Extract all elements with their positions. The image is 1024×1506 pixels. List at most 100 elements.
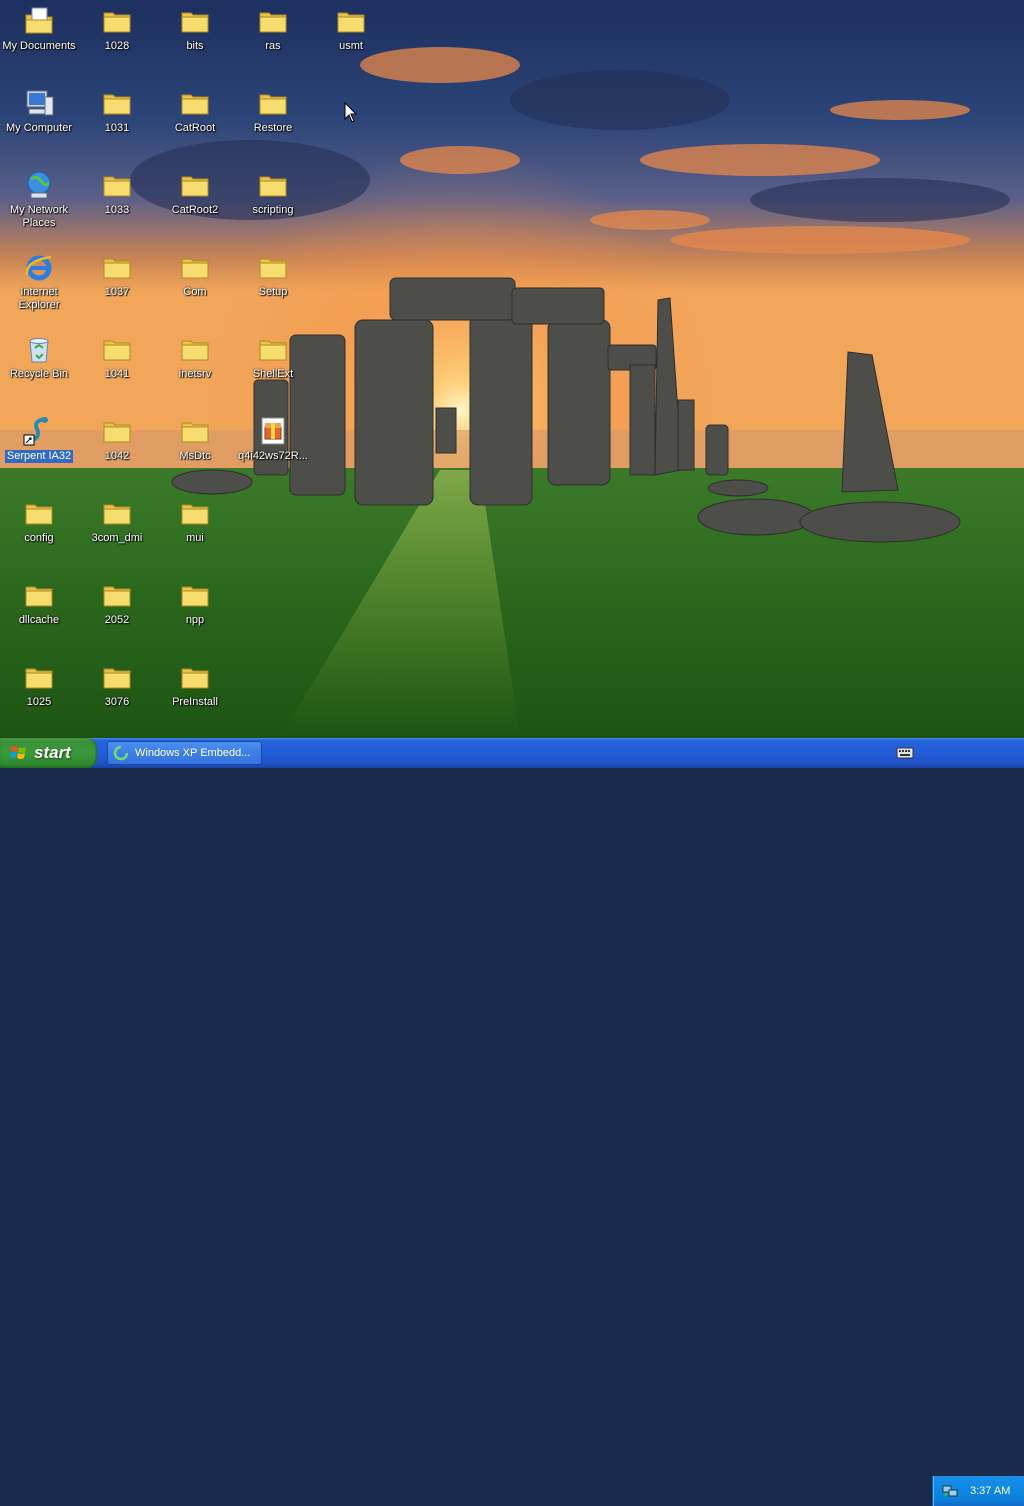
taskbar: start Windows XP Embedd... 3:37 AM <box>0 738 1024 1506</box>
desktop-icon-label: 1028 <box>104 40 130 52</box>
desktop-icon-restore[interactable]: Restore <box>234 85 312 159</box>
system-tray: 3:37 AM <box>932 1476 1024 1506</box>
folder-icon <box>23 579 55 611</box>
desktop-icon-msdtc[interactable]: MsDtc <box>156 413 234 487</box>
desktop-icon-npp[interactable]: npp <box>156 577 234 651</box>
installer-package-icon <box>257 415 289 447</box>
computer-icon <box>23 87 55 119</box>
network-connection-icon[interactable] <box>942 1483 958 1499</box>
folder-icon <box>179 251 211 283</box>
desktop-icon-1031[interactable]: 1031 <box>78 85 156 159</box>
folder-icon <box>101 333 133 365</box>
desktop-icon-3076[interactable]: 3076 <box>78 659 156 733</box>
desktop-icon-label: scripting <box>252 204 294 216</box>
desktop-icon-preinstall[interactable]: PreInstall <box>156 659 234 733</box>
desktop-icon-shellext[interactable]: ShellExt <box>234 331 312 405</box>
refresh-arrow-icon <box>113 745 129 761</box>
folder-icon <box>257 5 289 37</box>
desktop-icon-1037[interactable]: 1037 <box>78 249 156 323</box>
keyboard-icon[interactable] <box>896 746 914 760</box>
desktop-icon-com[interactable]: Com <box>156 249 234 323</box>
desktop-icon-label: 1031 <box>104 122 130 134</box>
desktop-icon-config[interactable]: config <box>0 495 78 569</box>
folder-icon <box>101 251 133 283</box>
desktop-icon-catroot[interactable]: CatRoot <box>156 85 234 159</box>
desktop-icon-label: Internet Explorer <box>18 286 60 311</box>
desktop-icon-label: 3076 <box>104 696 130 708</box>
desktop-icon-label: 1033 <box>104 204 130 216</box>
folder-icon <box>101 579 133 611</box>
desktop-icon-2052[interactable]: 2052 <box>78 577 156 651</box>
desktop-icon-label: npp <box>185 614 205 626</box>
desktop-icon-label: dllcache <box>18 614 60 626</box>
desktop-icon-label: Restore <box>253 122 293 134</box>
windows-flag-icon <box>10 746 26 759</box>
folder-icon <box>179 661 211 693</box>
desktop-icon-my-network-places[interactable]: My Network Places <box>0 167 78 241</box>
mouse-cursor-icon <box>344 102 358 123</box>
desktop-icon-1033[interactable]: 1033 <box>78 167 156 241</box>
desktop-icon-1028[interactable]: 1028 <box>78 3 156 77</box>
start-label: start <box>34 743 71 762</box>
system-clock[interactable]: 3:37 AM <box>970 1485 1010 1497</box>
desktop-icon-usmt[interactable]: usmt <box>312 3 390 77</box>
taskbar-item-label: Windows XP Embedd... <box>135 747 251 759</box>
desktop-icon-inetsrv[interactable]: inetsrv <box>156 331 234 405</box>
desktop-icon-label: My Computer <box>5 122 73 134</box>
folder-icon <box>257 87 289 119</box>
desktop-icon-label: inetsrv <box>178 368 212 380</box>
my-documents-icon <box>23 5 55 37</box>
desktop-icon-label: My Network Places <box>9 204 69 229</box>
desktop-icon-my-documents[interactable]: My Documents <box>0 3 78 77</box>
desktop-icon-label: 1041 <box>104 368 130 380</box>
start-button[interactable]: start <box>0 738 97 768</box>
folder-icon <box>257 169 289 201</box>
desktop-icon-setup[interactable]: Setup <box>234 249 312 323</box>
desktop-icon-label: CatRoot2 <box>171 204 219 216</box>
desktop-icon-bits[interactable]: bits <box>156 3 234 77</box>
desktop-icon-label: usmt <box>339 40 363 52</box>
folder-icon <box>179 169 211 201</box>
desktop-icon-label: CatRoot <box>174 122 216 134</box>
desktop-icon-scripting[interactable]: scripting <box>234 167 312 241</box>
desktop-icon-label: 1025 <box>26 696 52 708</box>
folder-icon <box>179 333 211 365</box>
desktop-icon-1041[interactable]: 1041 <box>78 331 156 405</box>
desktop-icon-label: ShellExt <box>252 368 294 380</box>
folder-icon <box>23 661 55 693</box>
desktop-icon-label: config <box>24 532 54 544</box>
folder-icon <box>179 415 211 447</box>
desktop-icon-q4i42ws72r[interactable]: q4i42ws72R... <box>234 413 312 487</box>
internet-explorer-icon <box>23 251 55 283</box>
desktop-icon-1025[interactable]: 1025 <box>0 659 78 733</box>
taskbar-item-windows-xp-embedded[interactable]: Windows XP Embedd... <box>107 741 262 765</box>
desktop-icon-serpent-ia32[interactable]: Serpent IA32 <box>0 413 78 487</box>
folder-icon <box>179 579 211 611</box>
desktop-icon-label: Serpent IA32 <box>4 450 74 463</box>
desktop-icon-label: bits <box>186 40 204 52</box>
desktop-icon-ras[interactable]: ras <box>234 3 312 77</box>
folder-icon <box>23 497 55 529</box>
desktop-icon-label: Com <box>183 286 207 298</box>
folder-icon <box>179 87 211 119</box>
desktop-icon-internet-explorer[interactable]: Internet Explorer <box>0 249 78 323</box>
desktop-icon-label: q4i42ws72R... <box>238 450 308 462</box>
folder-icon <box>179 497 211 529</box>
folder-icon <box>101 415 133 447</box>
desktop-icon-1042[interactable]: 1042 <box>78 413 156 487</box>
desktop-icon-mui[interactable]: mui <box>156 495 234 569</box>
desktop-icon-my-computer[interactable]: My Computer <box>0 85 78 159</box>
desktop-icon-label: 2052 <box>104 614 130 626</box>
desktop-icon-label: MsDtc <box>179 450 211 462</box>
desktop-icon-catroot2[interactable]: CatRoot2 <box>156 167 234 241</box>
folder-icon <box>335 5 367 37</box>
folder-icon <box>101 497 133 529</box>
desktop-icon-3com-dmi[interactable]: 3com_dmi <box>78 495 156 569</box>
desktop-icon-label: Setup <box>258 286 288 298</box>
desktop-icon-recycle-bin[interactable]: Recycle Bin <box>0 331 78 405</box>
recycle-bin-icon <box>23 333 55 365</box>
desktop-icon-label: My Documents <box>2 40 76 52</box>
desktop-icon-dllcache[interactable]: dllcache <box>0 577 78 651</box>
folder-icon <box>101 5 133 37</box>
network-places-icon <box>23 169 55 201</box>
